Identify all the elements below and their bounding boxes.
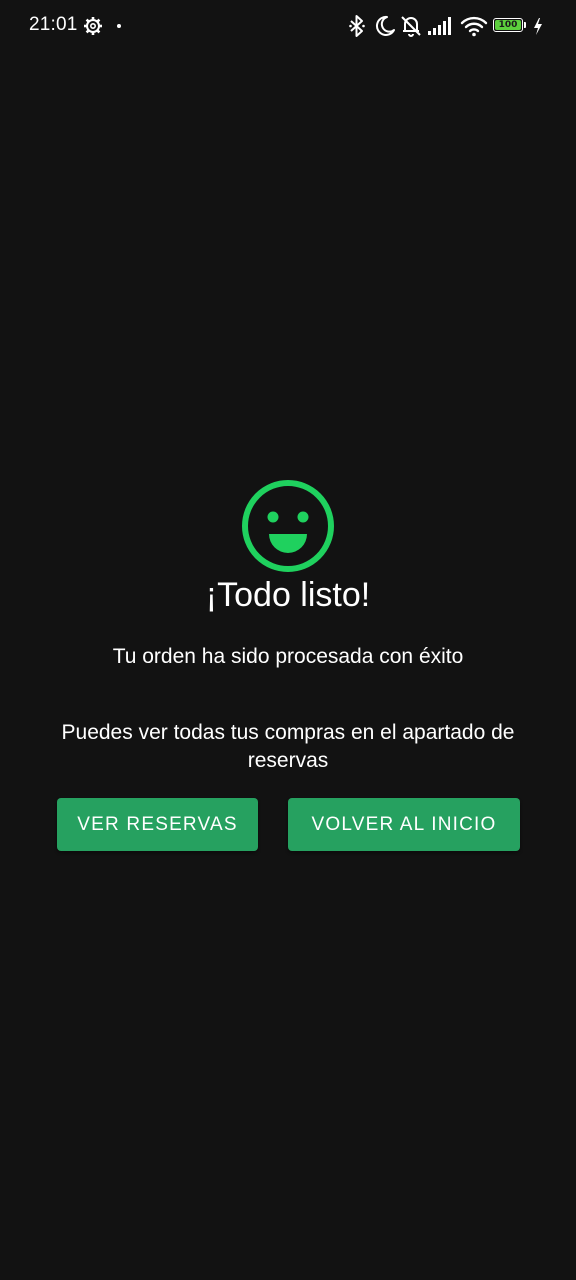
- back-to-home-button[interactable]: VOLVER AL INICIO: [288, 798, 520, 851]
- smiley-icon: [242, 480, 334, 572]
- battery-icon: 100: [493, 18, 527, 34]
- battery-level: 100: [495, 20, 521, 30]
- status-time: 21:01: [29, 14, 78, 35]
- success-message: Tu orden ha sido procesada con éxito: [112, 645, 464, 668]
- moon-icon: [375, 15, 395, 36]
- status-bar: 21:01 100: [0, 0, 576, 54]
- page-title: ¡Todo listo!: [205, 576, 371, 614]
- reservations-info: Puedes ver todas tus compras en el apart…: [61, 721, 515, 772]
- notification-dot: [117, 24, 121, 28]
- wifi-icon: [460, 16, 488, 37]
- gear-icon: [84, 17, 102, 35]
- signal-icon: [428, 17, 451, 35]
- bluetooth-icon: [349, 15, 365, 37]
- view-reservations-button[interactable]: VER RESERVAS: [57, 798, 258, 851]
- bell-off-icon: [401, 16, 421, 37]
- charging-bolt-icon: [534, 18, 542, 35]
